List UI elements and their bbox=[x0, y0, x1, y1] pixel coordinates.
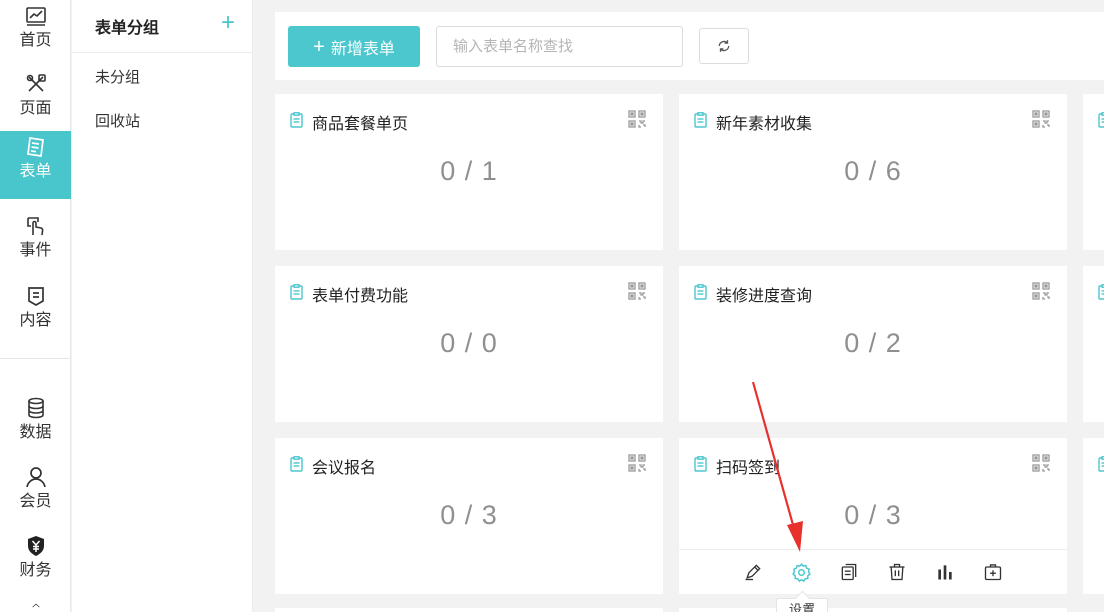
refresh-button[interactable] bbox=[699, 28, 749, 64]
user-icon bbox=[25, 467, 46, 488]
form-card[interactable]: 商品套餐单页 0 / 1 bbox=[275, 94, 663, 250]
edit-button[interactable] bbox=[742, 561, 764, 583]
form-doc-icon bbox=[290, 112, 303, 128]
nav-item-finance[interactable]: 财务 bbox=[0, 530, 71, 598]
qr-code-icon[interactable] bbox=[1032, 454, 1050, 472]
content-icon bbox=[27, 287, 44, 306]
nav-item-data[interactable]: 数据 bbox=[0, 392, 71, 460]
nav-item-content[interactable]: 内容 bbox=[0, 280, 71, 348]
form-count: 0 / 1 bbox=[440, 156, 498, 186]
group-panel: 表单分组 + 未分组 回收站 bbox=[72, 0, 253, 612]
new-form-button[interactable]: + 新增表单 bbox=[288, 26, 420, 67]
qr-code-icon[interactable] bbox=[628, 282, 646, 300]
form-count: 0 / 3 bbox=[844, 500, 902, 530]
form-icon bbox=[26, 137, 44, 157]
form-card[interactable]: 会议报名 0 / 3 bbox=[275, 438, 663, 594]
form-doc-icon bbox=[1098, 456, 1104, 472]
stats-icon bbox=[938, 565, 952, 580]
form-card-partial[interactable] bbox=[679, 608, 1067, 612]
extension-button[interactable] bbox=[982, 561, 1004, 583]
form-title: 表单付费功能 bbox=[312, 288, 409, 305]
nav-item-pages[interactable]: 页面 bbox=[0, 68, 71, 136]
form-title: 会议报名 bbox=[312, 460, 377, 477]
form-title: 扫码签到 bbox=[716, 460, 781, 477]
nav-label: 数据 bbox=[19, 424, 52, 441]
main-nav: 首页 页面 表单 事件 内容 数据 会员 财务 bbox=[0, 0, 71, 612]
form-card-partial[interactable] bbox=[1083, 438, 1104, 594]
chart-line-icon bbox=[25, 7, 46, 26]
plus-icon: + bbox=[313, 35, 325, 58]
form-card[interactable]: 装修进度查询 0 / 2 bbox=[679, 266, 1067, 422]
nav-item-home[interactable]: 首页 bbox=[0, 0, 71, 68]
home-icon bbox=[31, 603, 40, 608]
form-card-partial[interactable] bbox=[275, 608, 663, 612]
nav-label: 事件 bbox=[19, 242, 52, 259]
add-group-button[interactable]: + bbox=[218, 11, 238, 36]
search-input[interactable] bbox=[436, 26, 683, 67]
group-item-recycle-bin[interactable]: 回收站 bbox=[72, 98, 252, 142]
app-root: 首页 页面 表单 事件 内容 数据 会员 财务 表单分组 + 未分组 回收站 +… bbox=[0, 0, 1104, 612]
database-icon bbox=[27, 397, 44, 419]
stats-button[interactable] bbox=[934, 561, 956, 583]
settings-icon bbox=[791, 562, 811, 582]
group-panel-header: 表单分组 + bbox=[72, 0, 252, 53]
group-item-ungrouped[interactable]: 未分组 bbox=[72, 54, 252, 98]
nav-label: 表单 bbox=[19, 163, 52, 180]
qr-code-icon[interactable] bbox=[628, 110, 646, 128]
form-title: 商品套餐单页 bbox=[312, 116, 409, 133]
form-card-partial[interactable] bbox=[1083, 94, 1104, 250]
form-card[interactable]: 新年素材收集 0 / 6 bbox=[679, 94, 1067, 250]
card-action-bar bbox=[679, 549, 1067, 594]
settings-button[interactable] bbox=[790, 561, 812, 583]
form-doc-icon bbox=[694, 284, 707, 300]
form-count: 0 / 0 bbox=[440, 328, 498, 358]
form-doc-icon bbox=[290, 456, 303, 472]
form-title: 新年素材收集 bbox=[716, 116, 813, 133]
settings-tooltip: 设置 bbox=[776, 598, 828, 612]
copy-button[interactable] bbox=[838, 561, 860, 583]
yuan-shield-icon bbox=[27, 536, 44, 556]
toolbar: + 新增表单 bbox=[275, 12, 1104, 80]
new-form-label: 新增表单 bbox=[330, 40, 395, 58]
touch-icon bbox=[26, 217, 43, 236]
form-title: 装修进度查询 bbox=[716, 288, 813, 305]
form-doc-icon bbox=[694, 112, 707, 128]
nav-item-more[interactable] bbox=[0, 599, 71, 612]
nav-item-forms[interactable]: 表单 bbox=[0, 131, 71, 199]
form-card-partial[interactable] bbox=[1083, 266, 1104, 422]
nav-label: 首页 bbox=[19, 32, 52, 49]
nav-label: 页面 bbox=[19, 100, 52, 117]
edit-icon bbox=[745, 564, 761, 581]
qr-code-icon[interactable] bbox=[1032, 282, 1050, 300]
delete-icon bbox=[889, 563, 905, 581]
nav-divider bbox=[0, 358, 71, 359]
nav-item-members[interactable]: 会员 bbox=[0, 461, 71, 529]
nav-label: 会员 bbox=[19, 493, 52, 510]
group-panel-title: 表单分组 bbox=[95, 20, 160, 37]
nav-label: 财务 bbox=[19, 562, 52, 579]
tools-icon bbox=[26, 74, 46, 92]
refresh-icon bbox=[718, 40, 730, 52]
form-card-hovered[interactable]: 扫码签到 0 / 3 bbox=[679, 438, 1067, 594]
form-count: 0 / 2 bbox=[844, 328, 902, 358]
form-doc-icon bbox=[290, 284, 303, 300]
form-count: 0 / 6 bbox=[844, 156, 902, 186]
qr-code-icon[interactable] bbox=[1032, 110, 1050, 128]
delete-button[interactable] bbox=[886, 561, 908, 583]
form-count: 0 / 3 bbox=[440, 500, 498, 530]
qr-code-icon[interactable] bbox=[628, 454, 646, 472]
nav-item-events[interactable]: 事件 bbox=[0, 210, 71, 278]
form-doc-icon bbox=[694, 456, 707, 472]
medical-box-icon bbox=[984, 564, 1002, 581]
copy-icon bbox=[841, 563, 857, 581]
nav-label: 内容 bbox=[19, 312, 52, 329]
form-doc-icon bbox=[1098, 284, 1104, 300]
form-doc-icon bbox=[1098, 112, 1104, 128]
form-card[interactable]: 表单付费功能 0 / 0 bbox=[275, 266, 663, 422]
